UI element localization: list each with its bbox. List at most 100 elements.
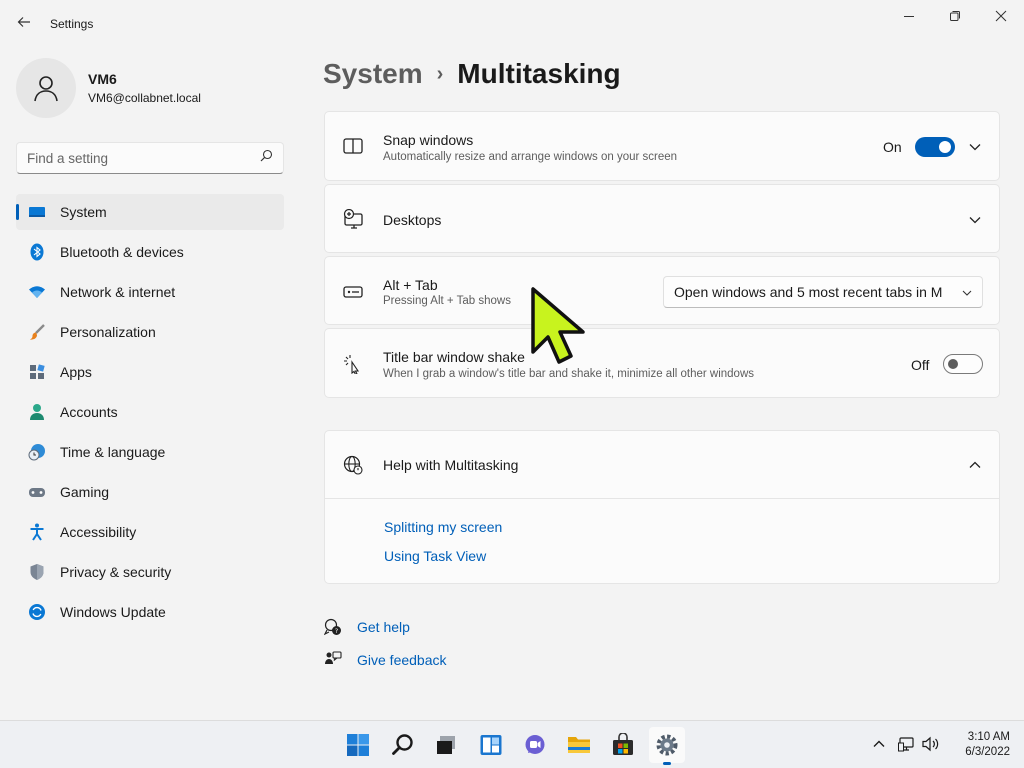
clock-date: 6/3/2022 <box>965 746 1010 758</box>
update-icon <box>28 603 46 621</box>
title-bar: Settings <box>0 0 1024 46</box>
taskbar-clock[interactable]: 3:10 AM 6/3/2022 <box>965 730 1010 760</box>
alt-tab-row: Alt + Tab Pressing Alt + Tab shows Open … <box>324 256 1000 325</box>
profile-email: VM6@collabnet.local <box>88 91 201 105</box>
sidebar-item-label: System <box>60 204 107 220</box>
page-title: Multitasking <box>457 58 621 89</box>
widgets-button[interactable] <box>473 727 509 763</box>
give-feedback-link[interactable]: Give feedback <box>323 650 447 670</box>
sidebar-item-windows-update[interactable]: Windows Update <box>16 594 284 630</box>
sidebar-item-label: Time & language <box>60 444 166 460</box>
chat-button[interactable] <box>517 727 553 763</box>
minimize-button[interactable] <box>886 0 932 32</box>
get-help-link[interactable]: ? Get help <box>323 617 410 637</box>
person-icon <box>34 76 58 102</box>
cursor-shake-icon <box>343 354 363 374</box>
chevron-down-icon[interactable] <box>967 139 983 155</box>
chevron-up-icon <box>873 740 885 747</box>
avatar <box>16 58 76 118</box>
breadcrumb-parent[interactable]: System <box>323 58 423 90</box>
search-input[interactable] <box>27 150 260 166</box>
sidebar-item-label: Accessibility <box>60 524 137 540</box>
sidebar-item-privacy-security[interactable]: Privacy & security <box>16 554 284 590</box>
sidebar-item-apps[interactable]: Apps <box>16 354 284 390</box>
chevron-down-icon[interactable] <box>967 212 983 228</box>
snap-windows-icon <box>343 136 363 156</box>
restore-icon <box>950 11 960 21</box>
feedback-icon <box>323 650 343 670</box>
start-button[interactable] <box>340 727 376 763</box>
taskbar: 3:10 AM 6/3/2022 <box>0 720 1024 768</box>
help-link-task-view[interactable]: Using Task View <box>384 548 486 564</box>
get-help-icon: ? <box>323 617 343 637</box>
file-explorer-button[interactable] <box>561 727 597 763</box>
clock-globe-icon <box>28 443 46 461</box>
sidebar-item-personalization[interactable]: Personalization <box>16 314 284 350</box>
sidebar-item-system[interactable]: System <box>16 194 284 230</box>
alt-tab-title: Alt + Tab <box>383 277 438 293</box>
network-tray-button[interactable] <box>896 733 918 755</box>
sidebar-item-accessibility[interactable]: Accessibility <box>16 514 284 550</box>
sidebar-item-label: Personalization <box>60 324 156 340</box>
sidebar-item-time-language[interactable]: Time & language <box>16 434 284 470</box>
search-icon <box>392 734 413 755</box>
volume-tray-button[interactable] <box>920 733 942 755</box>
help-section: Help with Multitasking Splitting my scre… <box>324 430 1000 584</box>
sidebar-item-label: Network & internet <box>60 284 176 300</box>
brush-icon <box>28 323 46 341</box>
svg-text:?: ? <box>335 627 338 635</box>
accounts-icon <box>28 403 46 421</box>
task-view-button[interactable] <box>428 727 464 763</box>
alt-tab-dropdown-value: Open windows and 5 most recent tabs in M <box>674 284 943 300</box>
store-icon <box>613 733 633 755</box>
restore-button[interactable] <box>932 0 978 32</box>
network-icon <box>28 283 46 301</box>
sidebar-item-label: Gaming <box>60 484 110 500</box>
snap-windows-toggle[interactable] <box>915 137 955 157</box>
snap-windows-row[interactable]: Snap windows Automatically resize and ar… <box>324 111 1000 181</box>
store-button[interactable] <box>605 727 641 763</box>
taskbar-search-button[interactable] <box>385 727 421 763</box>
search-icon[interactable] <box>260 149 273 167</box>
sidebar-item-network[interactable]: Network & internet <box>16 274 284 310</box>
settings-taskbar-button[interactable] <box>649 727 685 763</box>
close-button[interactable] <box>978 0 1024 32</box>
clock-time: 3:10 AM <box>967 731 1010 743</box>
file-explorer-icon <box>568 737 590 753</box>
divider <box>325 498 999 499</box>
chevron-down-icon <box>962 283 972 301</box>
bluetooth-icon <box>28 243 46 261</box>
active-app-indicator <box>663 762 671 765</box>
settings-icon <box>656 734 678 756</box>
network-icon <box>898 737 914 752</box>
help-title[interactable]: Help with Multitasking <box>383 457 518 473</box>
desktops-title: Desktops <box>383 212 442 228</box>
app-title: Settings <box>50 17 94 31</box>
snap-windows-title: Snap windows <box>383 132 474 148</box>
back-arrow-icon[interactable] <box>12 10 36 34</box>
minimize-icon <box>904 16 914 17</box>
system-icon <box>28 203 46 221</box>
breadcrumb-separator: › <box>436 62 444 85</box>
start-icon <box>347 734 369 756</box>
title-bar-shake-toggle[interactable] <box>943 354 983 374</box>
user-profile[interactable]: VM6 VM6@collabnet.local <box>16 58 201 118</box>
give-feedback-label: Give feedback <box>357 652 447 668</box>
sidebar-item-gaming[interactable]: Gaming <box>16 474 284 510</box>
chevron-up-icon[interactable] <box>967 457 983 473</box>
globe-help-icon <box>343 455 363 475</box>
chat-icon <box>525 735 545 754</box>
sidebar-item-label: Privacy & security <box>60 564 172 580</box>
sidebar-item-accounts[interactable]: Accounts <box>16 394 284 430</box>
sidebar-nav: System Bluetooth & devices Network & int… <box>16 194 284 634</box>
sidebar-item-label: Apps <box>60 364 92 380</box>
snap-toggle-state: On <box>883 139 902 155</box>
snap-windows-description: Automatically resize and arrange windows… <box>383 151 678 163</box>
sidebar-item-bluetooth[interactable]: Bluetooth & devices <box>16 234 284 270</box>
help-link-splitting-screen[interactable]: Splitting my screen <box>384 519 502 535</box>
desktops-row[interactable]: Desktops <box>324 184 1000 253</box>
sidebar-item-label: Windows Update <box>60 604 166 620</box>
show-hidden-icons-button[interactable] <box>868 733 890 755</box>
alt-tab-dropdown[interactable]: Open windows and 5 most recent tabs in M <box>663 276 983 308</box>
title-bar-shake-description: When I grab a window's title bar and sha… <box>383 368 755 380</box>
